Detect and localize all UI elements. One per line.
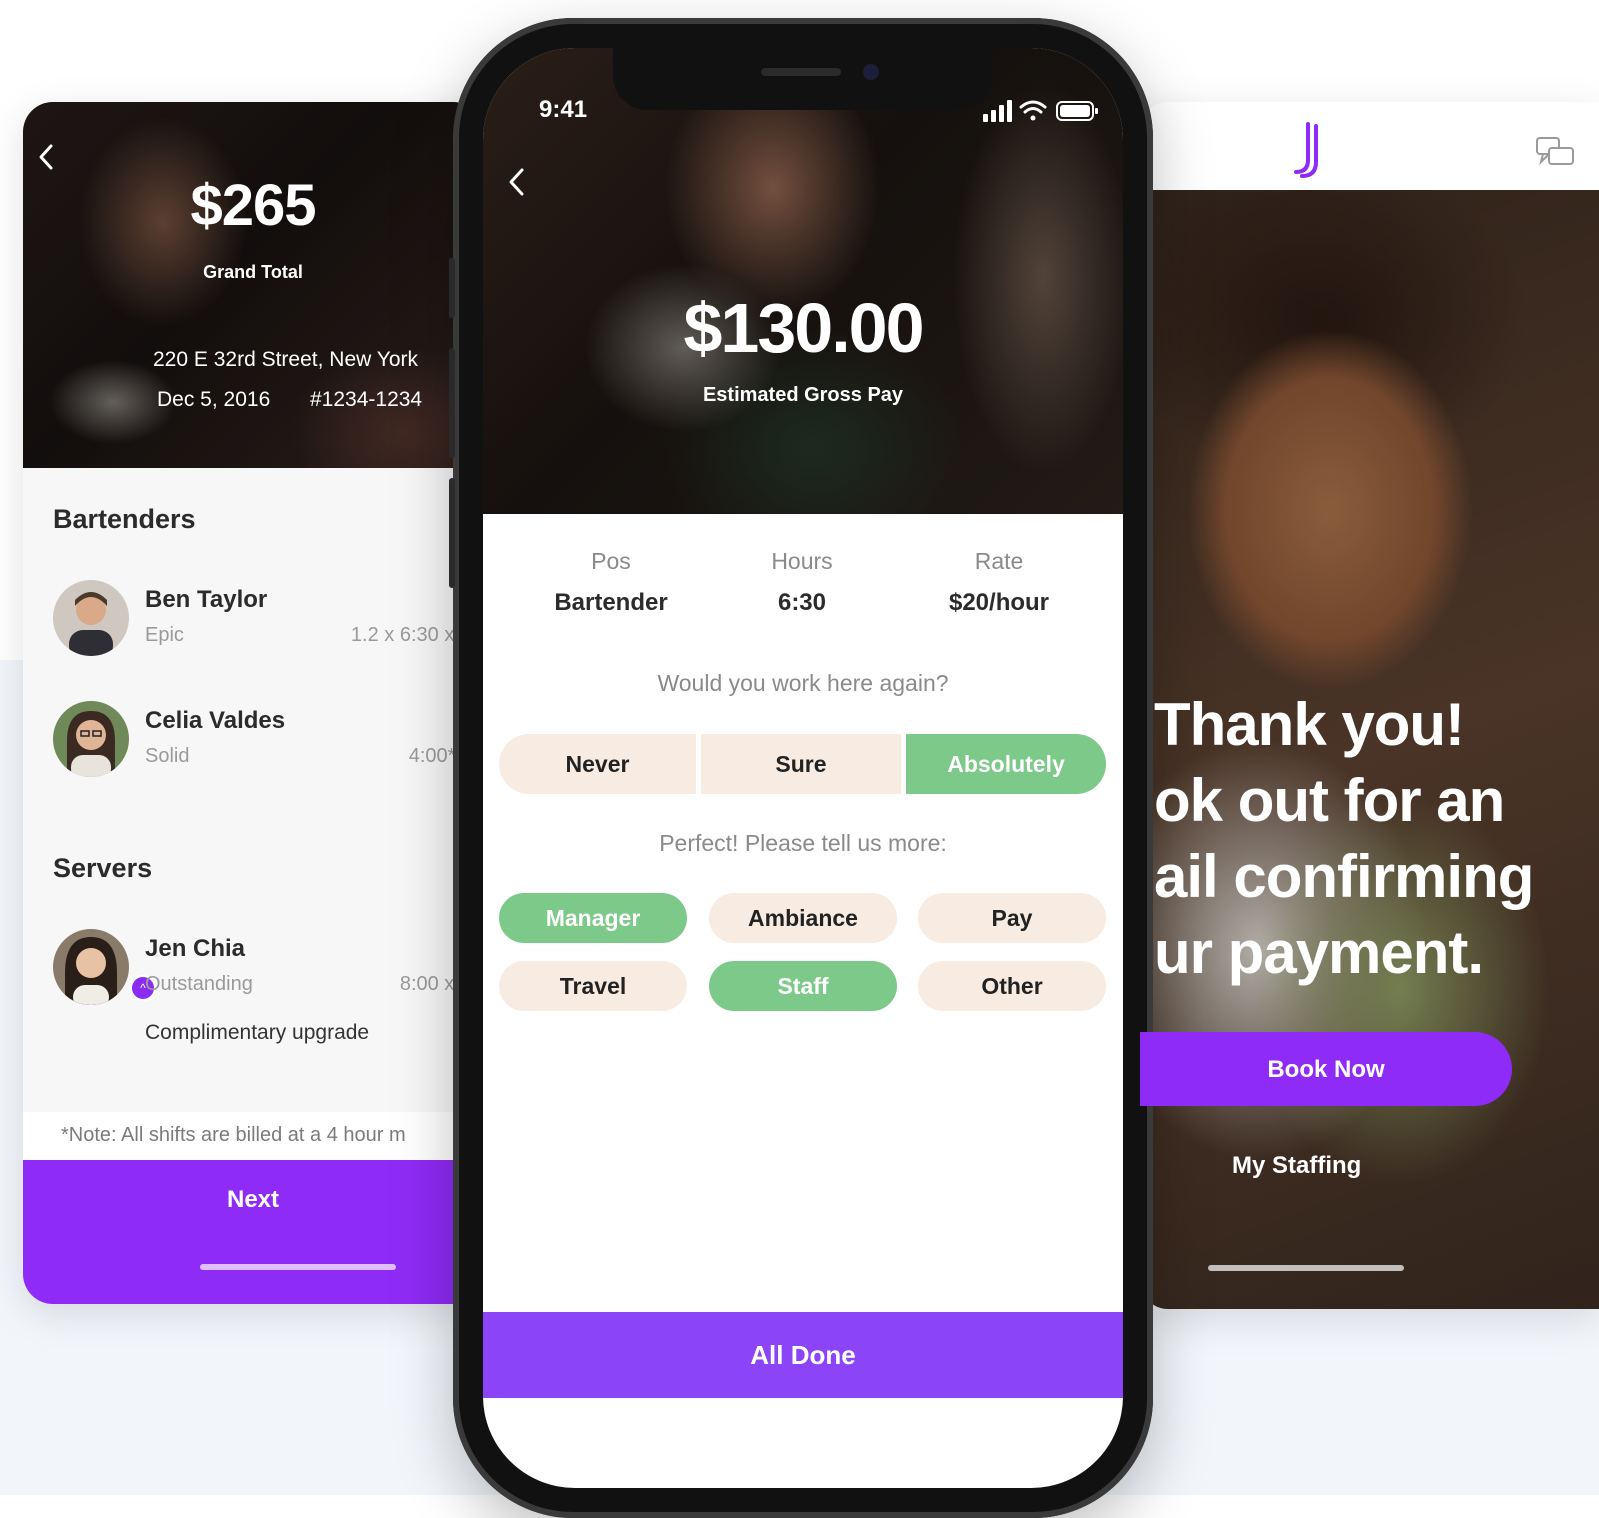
section-title-servers: Servers — [53, 853, 153, 883]
status-icons — [983, 100, 1098, 122]
phone-side-button — [449, 348, 455, 458]
staff-row[interactable]: ^ Jen Chia Outstanding 8:00 x $ — [53, 929, 483, 1019]
avatar — [53, 929, 129, 1005]
next-button-label: Next — [226, 1186, 280, 1213]
back-arrow-icon[interactable] — [507, 166, 527, 198]
grand-total-label: Grand Total — [203, 262, 303, 282]
staff-name: Jen Chia — [145, 935, 246, 962]
followup-prompt: Perfect! Please tell us more: — [659, 830, 947, 856]
staff-row[interactable]: Ben Taylor Epic 1.2 x 6:30 x $ — [53, 580, 483, 670]
phone-frame: 9:41 $130.00 Estimated Gross Pay Pos Bar… — [449, 18, 1153, 1518]
stat-label: Pos — [591, 548, 631, 574]
home-indicator — [200, 1264, 396, 1270]
stat-label: Rate — [974, 548, 1024, 574]
avatar — [53, 580, 129, 656]
speaker — [761, 68, 841, 76]
staff-name: Ben Taylor — [145, 586, 268, 613]
staff-tier: Solid — [145, 745, 190, 767]
staff-name: Celia Valdes — [145, 707, 286, 734]
tag-staff-button[interactable]: Staff — [709, 961, 897, 1011]
tag-other-button[interactable]: Other — [918, 961, 1106, 1011]
thank-you-line: ail confirming — [1154, 843, 1534, 910]
thank-you-line: Thank you! — [1154, 691, 1465, 758]
phone-notch — [613, 48, 993, 110]
rehire-question: Would you work here again? — [657, 670, 949, 696]
answer-absolutely-button[interactable]: Absolutely — [906, 734, 1106, 794]
answer-never-button[interactable]: Never — [499, 734, 696, 794]
confirmation-screen: Thank you! ok out for an ail confirming … — [1140, 102, 1599, 1309]
avatar — [53, 701, 129, 777]
billing-note-text: *Note: All shifts are billed at a 4 hour… — [61, 1124, 406, 1146]
stat-rate: Rate $20/hour — [899, 548, 1099, 617]
section-title-bartenders: Bartenders — [53, 504, 196, 534]
stat-value: $20/hour — [948, 589, 1050, 616]
stat-hours: Hours 6:30 — [702, 548, 902, 617]
book-now-label: Book Now — [1267, 1056, 1385, 1083]
tag-manager-button[interactable]: Manager — [499, 893, 687, 943]
status-time: 9:41 — [539, 96, 588, 123]
grand-total-amount: $265 — [190, 173, 316, 238]
stat-value: Bartender — [554, 589, 668, 616]
answer-sure-button[interactable]: Sure — [701, 734, 901, 794]
phone-side-button — [449, 478, 455, 588]
wifi-icon — [1019, 100, 1047, 121]
home-indicator — [1208, 1265, 1404, 1271]
staff-tier: Outstanding — [145, 973, 253, 995]
book-now-button[interactable]: Book Now — [1140, 1032, 1512, 1106]
event-address: 220 E 32rd Street, New York — [153, 348, 418, 371]
event-date: Dec 5, 2016 — [157, 388, 271, 411]
brand-logo-icon — [1294, 122, 1318, 178]
staff-tier: Epic — [145, 624, 184, 646]
thank-you-line: ok out for an — [1154, 767, 1505, 834]
tag-pay-button[interactable]: Pay — [918, 893, 1106, 943]
order-number: #1234-1234 — [310, 388, 423, 411]
chat-icon[interactable] — [1535, 136, 1575, 172]
invoice-screen: $265 Grand Total 220 E 32rd Street, New … — [23, 102, 483, 1304]
tag-ambiance-button[interactable]: Ambiance — [709, 893, 897, 943]
staff-extra-note: Complimentary upgrade — [145, 1021, 370, 1044]
camera — [863, 64, 879, 80]
staff-row[interactable]: Celia Valdes Solid 4:00* x — [53, 701, 483, 791]
battery-icon — [1056, 101, 1098, 121]
app-header — [1140, 102, 1599, 190]
stat-position: Pos Bartender — [511, 548, 711, 617]
stat-label: Hours — [771, 548, 833, 574]
all-done-button[interactable]: All Done — [483, 1312, 1123, 1398]
stat-value: 6:30 — [777, 589, 827, 616]
signal-icon — [983, 100, 1012, 122]
back-arrow-icon[interactable] — [37, 142, 57, 172]
next-button[interactable]: Next — [23, 1160, 483, 1304]
billing-note: *Note: All shifts are billed at a 4 hour… — [23, 1112, 483, 1160]
my-staffing-link[interactable]: My Staffing — [1232, 1152, 1361, 1180]
thank-you-line: ur payment. — [1154, 919, 1484, 986]
all-done-label: All Done — [750, 1340, 856, 1370]
invoice-hero: $265 Grand Total 220 E 32rd Street, New … — [23, 102, 483, 468]
feedback-screen: 9:41 $130.00 Estimated Gross Pay Pos Bar… — [483, 48, 1123, 1488]
gross-pay-label: Estimated Gross Pay — [702, 384, 904, 406]
tag-travel-button[interactable]: Travel — [499, 961, 687, 1011]
gross-pay-amount: $130.00 — [683, 289, 924, 367]
